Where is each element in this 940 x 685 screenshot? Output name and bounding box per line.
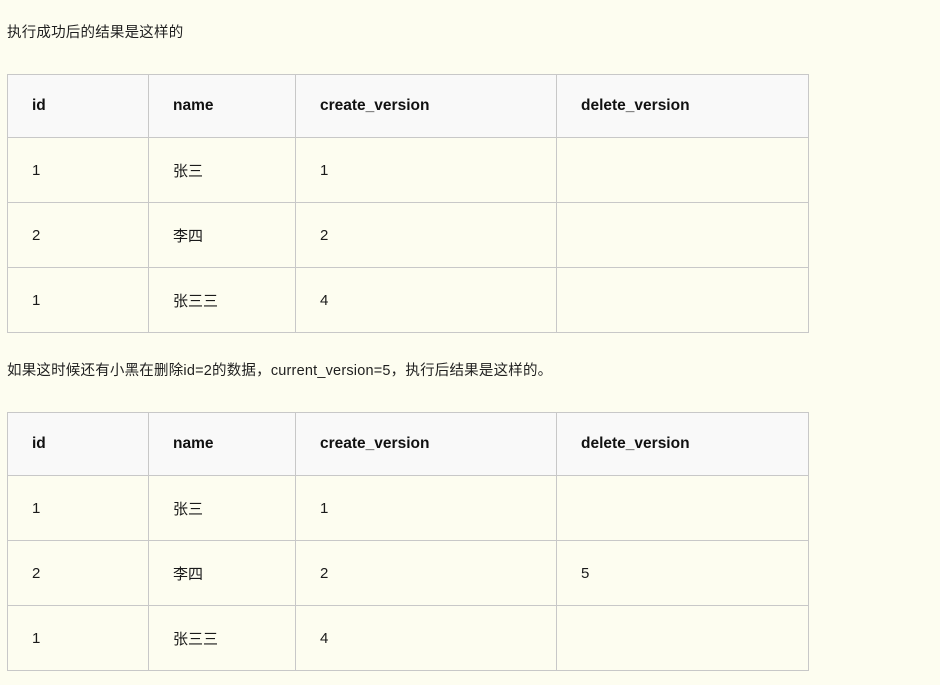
table-row: 1 张三 1	[7, 475, 809, 541]
cell-id: 1	[7, 137, 149, 203]
column-header-id: id	[7, 412, 149, 476]
table-header-row: id name create_version delete_version	[7, 412, 809, 476]
table-1-body: 1 张三 1 2 李四 2 1 张三三 4	[7, 137, 809, 333]
document-page: 执行成功后的结果是这样的 id name create_version dele…	[0, 15, 940, 685]
table-1-wrapper: id name create_version delete_version 1 …	[0, 57, 940, 333]
cell-delete-version	[556, 137, 809, 203]
column-header-create-version: create_version	[295, 74, 557, 138]
cell-create-version: 4	[295, 267, 557, 333]
table-row: 1 张三三 4	[7, 267, 809, 333]
version-table-2: id name create_version delete_version 1 …	[7, 412, 809, 671]
cell-name: 张三	[148, 137, 296, 203]
cell-create-version: 4	[295, 605, 557, 671]
cell-id: 1	[7, 605, 149, 671]
column-header-create-version: create_version	[295, 412, 557, 476]
cell-delete-version	[556, 202, 809, 268]
table-1-header: id name create_version delete_version	[7, 74, 809, 138]
table-header-row: id name create_version delete_version	[7, 74, 809, 138]
cell-create-version: 2	[295, 540, 557, 606]
paragraph-delete-scenario: 如果这时候还有小黑在删除id=2的数据，current_version=5，执行…	[7, 362, 553, 379]
cell-name: 张三三	[148, 605, 296, 671]
cell-delete-version	[556, 605, 809, 671]
cell-id: 1	[7, 475, 149, 541]
cell-name: 李四	[148, 540, 296, 606]
table-2-body: 1 张三 1 2 李四 2 5 1 张三三 4	[7, 475, 809, 671]
cell-name: 张三三	[148, 267, 296, 333]
column-header-name: name	[148, 412, 296, 476]
cell-name: 李四	[148, 202, 296, 268]
version-table-1: id name create_version delete_version 1 …	[7, 74, 809, 333]
paragraph-result-after-success: 执行成功后的结果是这样的	[7, 24, 184, 41]
column-header-id: id	[7, 74, 149, 138]
table-row: 2 李四 2 5	[7, 540, 809, 606]
table-row: 2 李四 2	[7, 202, 809, 268]
column-header-name: name	[148, 74, 296, 138]
cell-delete-version: 5	[556, 540, 809, 606]
column-header-delete-version: delete_version	[556, 412, 809, 476]
table-2-wrapper: id name create_version delete_version 1 …	[0, 395, 940, 671]
cell-delete-version	[556, 267, 809, 333]
cell-name: 张三	[148, 475, 296, 541]
cell-create-version: 1	[295, 137, 557, 203]
cell-delete-version	[556, 475, 809, 541]
column-header-delete-version: delete_version	[556, 74, 809, 138]
table-row: 1 张三 1	[7, 137, 809, 203]
cell-id: 2	[7, 202, 149, 268]
cell-id: 2	[7, 540, 149, 606]
cell-id: 1	[7, 267, 149, 333]
cell-create-version: 2	[295, 202, 557, 268]
table-row: 1 张三三 4	[7, 605, 809, 671]
cell-create-version: 1	[295, 475, 557, 541]
table-2-header: id name create_version delete_version	[7, 412, 809, 476]
